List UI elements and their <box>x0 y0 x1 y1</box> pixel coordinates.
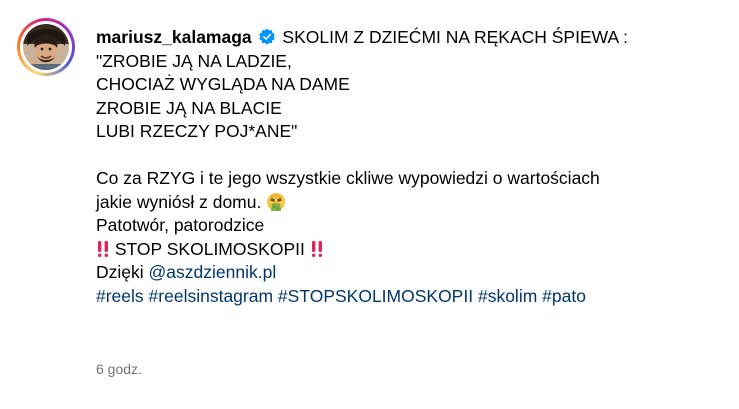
caption-line: CHOCIAŻ WYGLĄDA NA DAME <box>96 74 350 94</box>
mention-link[interactable]: @aszdziennik.pl <box>149 262 277 282</box>
hashtag-link[interactable]: #reelsinstagram <box>149 286 274 306</box>
username[interactable]: mariusz_kalamaga <box>96 27 252 47</box>
caption-line: jakie wyniósł z domu. <box>96 191 262 212</box>
caption-line: STOP SKOLIMOSKOPII <box>114 238 305 259</box>
story-ring[interactable] <box>17 18 75 76</box>
hashtag-link[interactable]: #STOPSKOLIMOSKOPII <box>278 286 473 306</box>
caption-line: ZROBIE JĄ NA BLACIE <box>96 97 282 118</box>
caption-line: Patotwór, patorodzice <box>96 215 265 235</box>
avatar[interactable] <box>23 24 69 70</box>
post-timestamp[interactable]: 6 godz. <box>96 361 142 377</box>
caption: mariusz_kalamaga SKOLIM Z DZIEĆMI NA RĘK… <box>96 26 716 308</box>
caption-line: Co za RZYG i te jego wszystkie ckliwe wy… <box>96 168 600 188</box>
hashtag-link[interactable]: #skolim <box>478 286 537 306</box>
double-exclamation-emoji <box>310 240 324 258</box>
caption-line: LUBI RZECZY POJ*ANE" <box>96 121 298 141</box>
verified-badge-icon <box>258 28 276 46</box>
instagram-post-caption: mariusz_kalamaga SKOLIM Z DZIEĆMI NA RĘK… <box>0 0 739 409</box>
caption-line: Dzięki <box>96 262 144 282</box>
caption-line: "ZROBIE JĄ NA LADZIE, <box>96 50 292 71</box>
double-exclamation-emoji <box>96 240 110 258</box>
face-vomiting-emoji <box>266 192 286 212</box>
hashtag-link[interactable]: #pato <box>542 286 586 306</box>
caption-line: SKOLIM Z DZIEĆMI NA RĘKACH ŚPIEWA : <box>282 27 628 47</box>
hashtag-link[interactable]: #reels <box>96 286 144 306</box>
